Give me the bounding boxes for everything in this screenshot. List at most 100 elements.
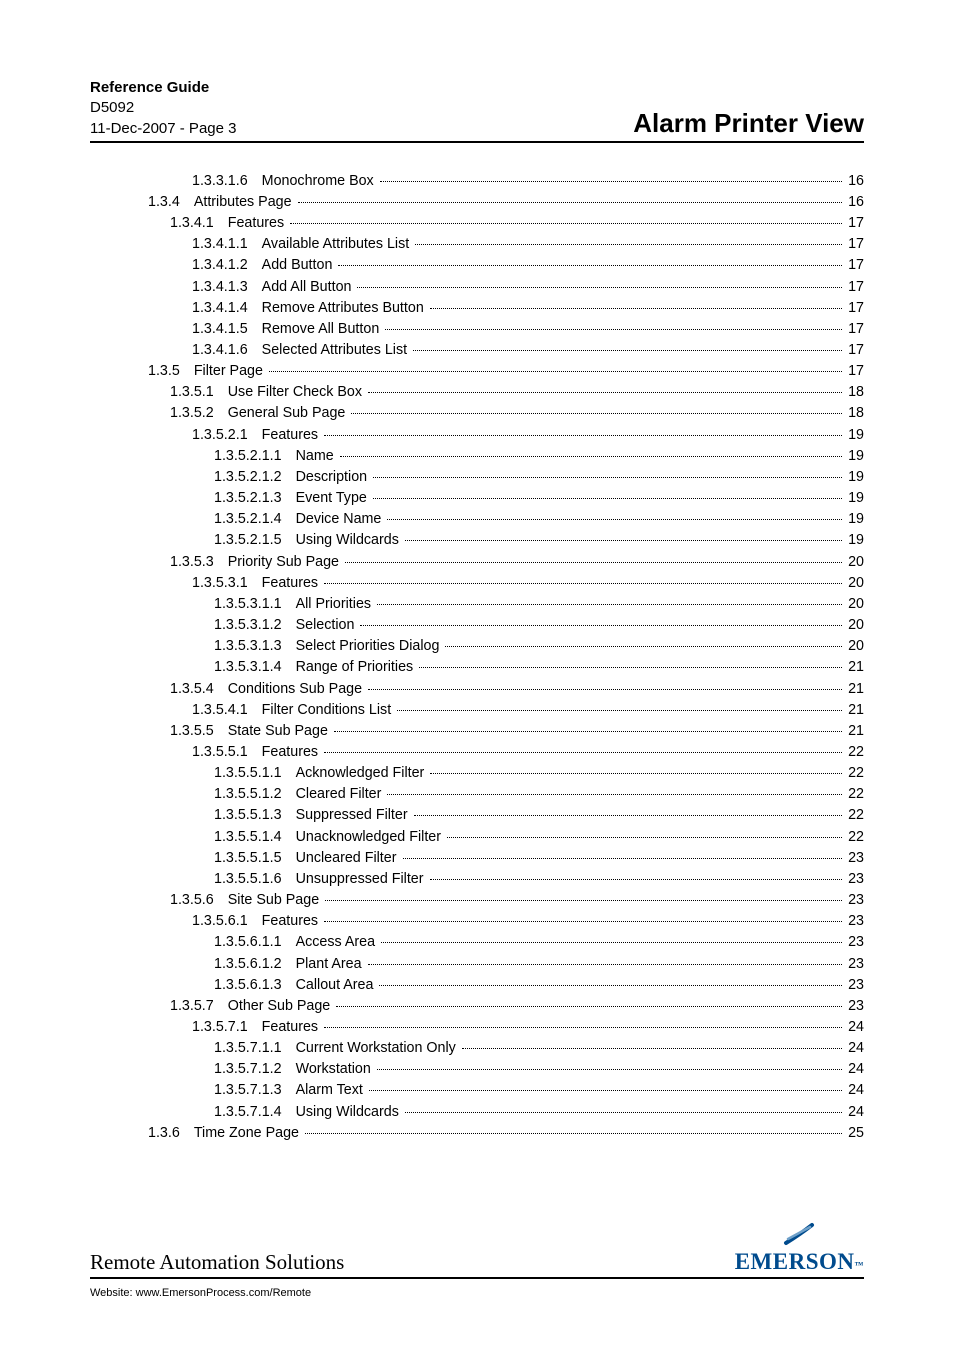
- toc-row: 1.3.4.1.5Remove All Button17: [90, 319, 864, 340]
- toc-page-number: 23: [844, 869, 864, 890]
- toc-page-number: 17: [844, 213, 864, 234]
- toc-leader: [430, 308, 842, 309]
- toc-page-number: 19: [844, 467, 864, 488]
- toc-title: Range of Priorities: [296, 657, 418, 678]
- toc-number: 1.3.5.2.1.4: [214, 509, 296, 530]
- toc-title: Unacknowledged Filter: [296, 827, 445, 848]
- toc-title: Access Area: [296, 932, 379, 953]
- toc-leader: [447, 837, 842, 838]
- toc-leader: [377, 604, 842, 605]
- toc-row: 1.3.5.6.1.2Plant Area23: [90, 954, 864, 975]
- toc-number: 1.3.5.6.1.3: [214, 975, 296, 996]
- toc-number: 1.3.5.2.1.1: [214, 446, 296, 467]
- toc-title: Alarm Text: [296, 1080, 367, 1101]
- toc-page-number: 22: [844, 805, 864, 826]
- toc-page-number: 19: [844, 446, 864, 467]
- toc-title: Selected Attributes List: [262, 340, 411, 361]
- toc-leader: [345, 562, 842, 563]
- toc-number: 1.3.5.6: [170, 890, 228, 911]
- toc-row: 1.3.5.7Other Sub Page23: [90, 996, 864, 1017]
- toc-title: Select Priorities Dialog: [296, 636, 444, 657]
- toc-title: Acknowledged Filter: [296, 763, 429, 784]
- toc-page-number: 19: [844, 425, 864, 446]
- toc-title: Workstation: [296, 1059, 375, 1080]
- toc-page-number: 18: [844, 403, 864, 424]
- toc-title: Features: [262, 742, 322, 763]
- toc-row: 1.3.5.7.1.2Workstation24: [90, 1059, 864, 1080]
- toc-leader: [305, 1133, 842, 1134]
- toc-page-number: 20: [844, 636, 864, 657]
- date-page: 11-Dec-2007 - Page 3: [90, 119, 236, 139]
- toc-leader: [336, 1006, 842, 1007]
- toc-page-number: 17: [844, 340, 864, 361]
- toc-number: 1.3.5.2.1: [192, 425, 262, 446]
- toc-number: 1.3.5.3.1.1: [214, 594, 296, 615]
- toc-row: 1.3.5.7.1.4Using Wildcards24: [90, 1102, 864, 1123]
- toc-title: Description: [296, 467, 372, 488]
- toc-number: 1.3.5.6.1.2: [214, 954, 296, 975]
- toc-number: 1.3.5.2.1.3: [214, 488, 296, 509]
- toc-page-number: 20: [844, 594, 864, 615]
- toc-leader: [369, 1090, 842, 1091]
- toc-number: 1.3.4.1.4: [192, 298, 262, 319]
- toc-row: 1.3.4.1.1Available Attributes List17: [90, 234, 864, 255]
- toc-leader: [379, 985, 842, 986]
- toc-title: Using Wildcards: [296, 530, 403, 551]
- toc-leader: [290, 223, 842, 224]
- footer-title: Remote Automation Solutions: [90, 1250, 344, 1275]
- toc-leader: [413, 350, 842, 351]
- toc-title: Filter Page: [194, 361, 267, 382]
- toc-page-number: 17: [844, 361, 864, 382]
- toc-row: 1.3.5.6.1.1Access Area23: [90, 932, 864, 953]
- toc-leader: [338, 265, 842, 266]
- toc-number: 1.3.5.4.1: [192, 700, 262, 721]
- toc-row: 1.3.5.2.1.3Event Type19: [90, 488, 864, 509]
- toc-title: Remove Attributes Button: [262, 298, 428, 319]
- toc-leader: [381, 942, 842, 943]
- toc-page-number: 22: [844, 827, 864, 848]
- toc-number: 1.3.5.5.1.5: [214, 848, 296, 869]
- toc-number: 1.3.5.2.1.5: [214, 530, 296, 551]
- emerson-swoosh-icon: [782, 1221, 816, 1247]
- toc-title: Attributes Page: [194, 192, 296, 213]
- toc-leader: [414, 815, 842, 816]
- toc-row: 1.3.5Filter Page17: [90, 361, 864, 382]
- toc-number: 1.3.5.3.1.2: [214, 615, 296, 636]
- table-of-contents: 1.3.3.1.6Monochrome Box161.3.4Attributes…: [90, 171, 864, 1144]
- toc-number: 1.3.5.7.1.2: [214, 1059, 296, 1080]
- toc-row: 1.3.5.2.1.2Description 19: [90, 467, 864, 488]
- toc-row: 1.3.5.3.1.4Range of Priorities21: [90, 657, 864, 678]
- toc-number: 1.3.5.3.1: [192, 573, 262, 594]
- toc-title: State Sub Page: [228, 721, 332, 742]
- toc-title: Device Name: [296, 509, 386, 530]
- toc-page-number: 23: [844, 848, 864, 869]
- toc-leader: [385, 329, 842, 330]
- toc-title: Current Workstation Only: [296, 1038, 460, 1059]
- toc-number: 1.3.5.5.1.3: [214, 805, 296, 826]
- toc-leader: [298, 202, 843, 203]
- toc-leader: [403, 858, 843, 859]
- toc-title: Unsuppressed Filter: [296, 869, 428, 890]
- toc-title: Features: [262, 911, 322, 932]
- toc-leader: [419, 667, 842, 668]
- footer-website: Website: www.EmersonProcess.com/Remote: [90, 1287, 864, 1299]
- toc-row: 1.3.5.2.1.4Device Name19: [90, 509, 864, 530]
- toc-leader: [269, 371, 842, 372]
- toc-title: General Sub Page: [228, 403, 350, 424]
- toc-leader: [351, 413, 842, 414]
- toc-title: All Priorities: [296, 594, 375, 615]
- toc-row: 1.3.4.1.3Add All Button17: [90, 277, 864, 298]
- toc-page-number: 21: [844, 657, 864, 678]
- toc-number: 1.3.5.5.1.4: [214, 827, 296, 848]
- toc-number: 1.3.4.1: [170, 213, 228, 234]
- toc-title: Monochrome Box: [262, 171, 378, 192]
- toc-row: 1.3.5.5State Sub Page21: [90, 721, 864, 742]
- toc-row: 1.3.5.7.1.1Current Workstation Only24: [90, 1038, 864, 1059]
- toc-row: 1.3.5.3.1.3Select Priorities Dialog20: [90, 636, 864, 657]
- toc-page-number: 22: [844, 763, 864, 784]
- toc-number: 1.3.4: [148, 192, 194, 213]
- toc-page-number: 22: [844, 742, 864, 763]
- toc-number: 1.3.5.2.1.2: [214, 467, 296, 488]
- toc-row: 1.3.5.2.1Features19: [90, 425, 864, 446]
- toc-leader: [430, 773, 842, 774]
